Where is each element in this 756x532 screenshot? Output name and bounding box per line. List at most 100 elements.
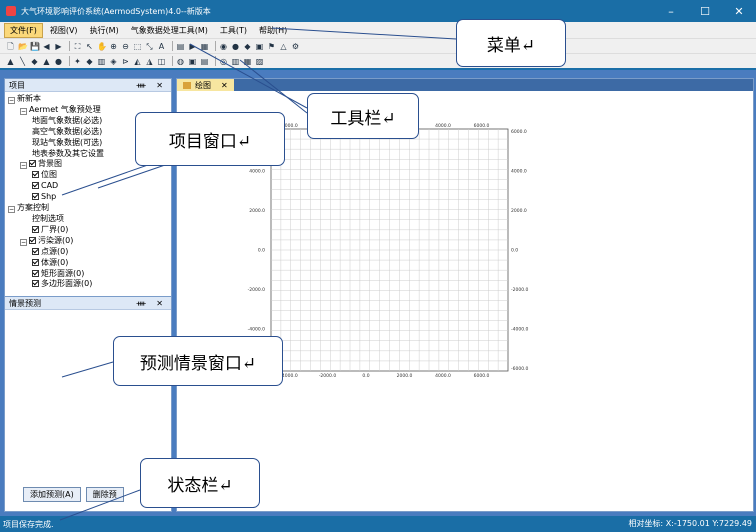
tree-checkbox[interactable] <box>32 247 39 255</box>
tree-expander-icon[interactable]: − <box>20 107 27 115</box>
draw-tool-15-icon[interactable]: ▤ <box>200 57 209 66</box>
draw-tool-9-icon[interactable]: ⊳ <box>121 57 130 66</box>
main-tool-8-icon[interactable]: ⊕ <box>109 42 118 51</box>
tree-item-label: 污染源(0) <box>38 235 74 245</box>
draw-tool-12-icon[interactable]: ◫ <box>157 57 166 66</box>
delete-prediction-button[interactable]: 删除预 <box>85 487 124 502</box>
tree-expander-icon[interactable]: − <box>8 206 15 214</box>
scenario-panel-header: 情景预测 ᚓ ✕ <box>5 297 171 310</box>
main-tool-0-icon[interactable]: 🗋 <box>6 42 15 51</box>
draw-tool-8-icon[interactable]: ◈ <box>109 57 118 66</box>
main-tool-12-icon[interactable]: A <box>157 42 166 51</box>
tree-checkbox[interactable] <box>32 269 39 277</box>
tree-checkbox[interactable] <box>32 171 39 179</box>
draw-tool-6-icon[interactable]: ◆ <box>85 57 94 66</box>
status-message: 项目保存完成. <box>3 519 54 529</box>
main-tool-6-icon[interactable]: ↖ <box>85 42 94 51</box>
tree-item[interactable]: Shp <box>8 192 168 203</box>
draw-tool-3-icon[interactable]: ▲ <box>42 57 51 66</box>
tree-expander-icon[interactable]: − <box>20 162 27 170</box>
main-tool-11-icon[interactable]: ⤡ <box>145 42 154 51</box>
main-tool-21-icon[interactable]: △ <box>279 42 288 51</box>
draw-tool-19-icon[interactable]: ▨ <box>255 57 264 66</box>
main-tool-9-icon[interactable]: ⊖ <box>121 42 130 51</box>
draw-tool-5-icon[interactable]: ✦ <box>73 57 82 66</box>
main-tool-14-icon[interactable]: ▶ <box>188 42 197 51</box>
main-tool-15-icon[interactable]: ▦ <box>200 42 209 51</box>
menu-run[interactable]: 执行(M) <box>85 24 124 37</box>
tree-checkbox[interactable] <box>32 258 39 266</box>
tree-checkbox[interactable] <box>29 236 36 244</box>
draw-tool-14-icon[interactable]: ▣ <box>188 57 197 66</box>
y-tick-label: -2000.0 <box>511 287 529 293</box>
tab-draw[interactable]: 绘图 ✕ <box>177 79 234 91</box>
maximize-button[interactable]: ☐ <box>688 0 722 22</box>
tree-item-label: 现站气象数据(可选) <box>32 137 103 147</box>
menu-tools[interactable]: 工具(T) <box>215 24 252 37</box>
menu-help[interactable]: 帮助(H) <box>254 24 292 37</box>
tree-checkbox[interactable] <box>32 193 39 201</box>
main-tool-5-icon[interactable]: ⛶ <box>73 42 82 51</box>
draw-tool-16-icon[interactable]: ◎ <box>219 57 228 66</box>
draw-tool-11-icon[interactable]: ◮ <box>145 57 154 66</box>
menu-file[interactable]: 文件(F) <box>4 22 43 38</box>
main-tool-20-icon[interactable]: ⚑ <box>267 42 276 51</box>
y-tick-label: -6000.0 <box>511 366 529 372</box>
draw-tool-2-icon[interactable]: ◆ <box>30 57 39 66</box>
minimize-button[interactable]: – <box>654 0 688 22</box>
panel-controls[interactable]: ᚓ ✕ <box>137 299 171 308</box>
panel-controls[interactable]: ᚓ ✕ <box>137 81 171 90</box>
tree-item[interactable]: CAD <box>8 181 168 192</box>
main-tool-10-icon[interactable]: ⬚ <box>133 42 142 51</box>
x-tick-label: 2000.0 <box>397 373 413 379</box>
tree-item-label: CAD <box>41 181 59 191</box>
tree-checkbox[interactable] <box>32 182 39 190</box>
menu-view[interactable]: 视图(V) <box>45 24 83 37</box>
add-prediction-button[interactable]: 添加预测(A) <box>23 487 81 502</box>
draw-tool-10-icon[interactable]: ◭ <box>133 57 142 66</box>
main-tool-3-icon[interactable]: ◀ <box>42 42 51 51</box>
main-tool-18-icon[interactable]: ◆ <box>243 42 252 51</box>
tree-item[interactable]: − 方案控制 <box>8 203 168 214</box>
main-tool-4-icon[interactable]: ▶ <box>54 42 63 51</box>
tab-close-icon[interactable]: ✕ <box>221 81 228 90</box>
main-tool-22-icon[interactable]: ⚙ <box>291 42 300 51</box>
tree-item[interactable]: − 污染源(0) <box>8 236 168 247</box>
main-tool-1-icon[interactable]: 📂 <box>18 42 28 51</box>
main-tool-13-icon[interactable]: ▤ <box>176 42 185 51</box>
tree-item[interactable]: 厂界(0) <box>8 225 168 236</box>
tree-item-label: 方案控制 <box>17 203 49 213</box>
main-tool-19-icon[interactable]: ▣ <box>255 42 264 51</box>
tree-item[interactable]: − 新新本 <box>8 94 168 105</box>
main-tool-2-icon[interactable]: 💾 <box>30 42 40 51</box>
draw-tool-13-icon[interactable]: ◍ <box>176 57 185 66</box>
draw-tool-4-icon[interactable]: ● <box>54 57 63 66</box>
draw-tool-1-icon[interactable]: ╲ <box>18 57 27 66</box>
tree-item-label: 多边形面源(0) <box>41 279 93 289</box>
x-tick-label: 6000.0 <box>474 373 490 379</box>
y-tick-label: 4000.0 <box>249 169 265 175</box>
tree-item[interactable]: 点源(0) <box>8 247 168 258</box>
draw-tool-0-icon[interactable]: ▲ <box>6 57 15 66</box>
tree-item-label: Shp <box>41 192 57 202</box>
menu-met-tools[interactable]: 气象数据处理工具(M) <box>126 24 213 37</box>
tree-expander-icon[interactable]: − <box>20 238 27 246</box>
tree-item[interactable]: 位图 <box>8 170 168 181</box>
y-tick-label: 2000.0 <box>249 208 265 214</box>
y-tick-label: 2000.0 <box>511 208 527 214</box>
draw-tool-17-icon[interactable]: ▥ <box>231 57 240 66</box>
main-tool-17-icon[interactable]: ● <box>231 42 240 51</box>
tree-checkbox[interactable] <box>32 280 39 288</box>
tree-checkbox[interactable] <box>32 225 39 233</box>
close-button[interactable]: ✕ <box>722 0 756 22</box>
draw-tool-18-icon[interactable]: ▦ <box>243 57 252 66</box>
tree-item[interactable]: 矩形面源(0) <box>8 269 168 280</box>
main-tool-7-icon[interactable]: ✋ <box>97 42 107 51</box>
tree-item[interactable]: 多边形面源(0) <box>8 279 168 290</box>
tree-expander-icon[interactable]: − <box>8 97 15 104</box>
tree-checkbox[interactable] <box>29 160 36 168</box>
tree-item[interactable]: 控制选项 <box>8 214 168 225</box>
main-tool-16-icon[interactable]: ◉ <box>219 42 228 51</box>
draw-tool-7-icon[interactable]: ▥ <box>97 57 106 66</box>
tree-item[interactable]: 体源(0) <box>8 258 168 269</box>
